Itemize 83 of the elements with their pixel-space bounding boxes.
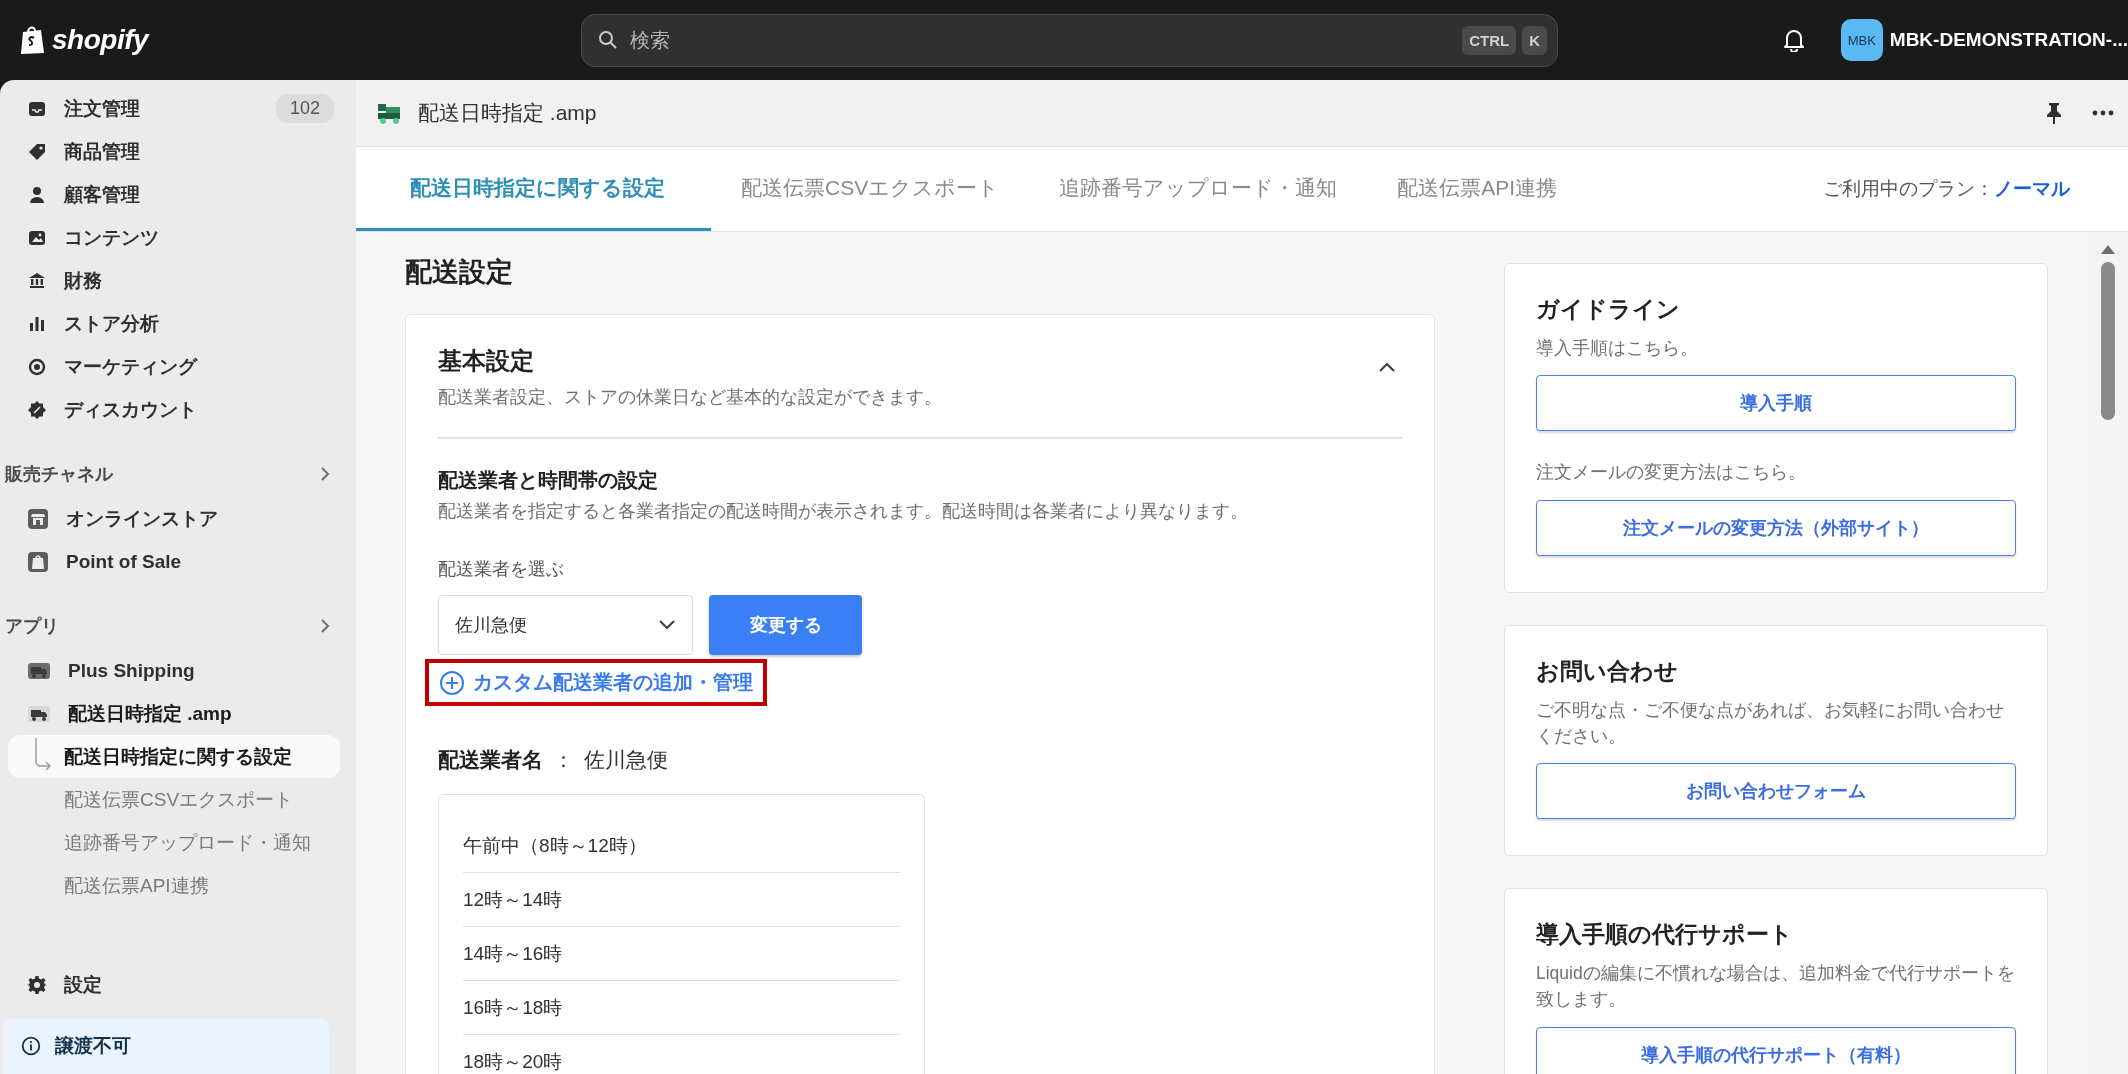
sub-nav-item[interactable]: 配送日時指定に関する設定 — [8, 735, 340, 778]
plus-circle-icon — [439, 669, 465, 696]
chevron-right-icon[interactable] — [320, 466, 330, 482]
tab[interactable]: 配送伝票CSVエクスポート — [711, 147, 1030, 231]
nav-item[interactable]: 商品管理 — [0, 130, 348, 173]
count-badge: 102 — [275, 94, 334, 123]
scroll-thumb[interactable] — [2101, 262, 2115, 420]
carrier-label: 配送業者名 — [438, 747, 543, 773]
nav-item[interactable]: Point of Sale — [0, 540, 348, 583]
shopping-bag-icon — [20, 25, 46, 55]
store-icon — [27, 507, 49, 530]
time-slot: 14時～16時 — [463, 927, 900, 981]
add-carrier-link[interactable]: カスタム配送業者の追加・管理 — [425, 659, 767, 706]
section-description: 配送業者を指定すると各業者指定の配送時間が表示されます。配送時間は各業者により異なります。 — [438, 500, 1249, 523]
link-button[interactable]: 導入手順の代行サポート（有料） — [1536, 1026, 2016, 1074]
nav-item[interactable]: 注文管理 102 — [0, 87, 348, 130]
person-icon — [27, 184, 47, 205]
sub-nav-item[interactable]: 追跡番号アップロード・通知 — [8, 821, 340, 864]
nav-item[interactable]: ディスカウント — [0, 388, 348, 431]
nav-item[interactable]: 配送日時指定 .amp — [0, 692, 348, 735]
nav-item[interactable]: 顧客管理 — [0, 173, 348, 216]
tab[interactable]: 配送日時指定に関する設定 — [356, 147, 711, 231]
time-slot: 午前中（8時～12時） — [463, 819, 900, 873]
discount-icon — [27, 399, 47, 420]
bell-icon[interactable] — [1782, 28, 1805, 52]
search-icon — [598, 30, 618, 50]
avatar[interactable]: MBK — [1840, 19, 1883, 61]
settings-icon — [27, 974, 47, 995]
card-title: 基本設定 — [438, 346, 535, 376]
bank-icon — [27, 270, 47, 291]
nav-item[interactable]: 設定 — [0, 963, 348, 1006]
card-title: 導入手順の代行サポート — [1536, 920, 1794, 949]
separator-text: ： — [553, 747, 574, 773]
tag-icon — [27, 141, 47, 162]
shortcut-key: CTRL — [1462, 25, 1517, 55]
link-button[interactable]: お問い合わせフォーム — [1536, 763, 2016, 819]
chevron-right-icon[interactable] — [320, 618, 330, 634]
link-button[interactable]: 導入手順 — [1536, 375, 2016, 432]
nav-item[interactable]: コンテンツ — [0, 216, 348, 259]
logo-text[interactable]: shopify — [52, 24, 149, 56]
nav-item[interactable]: マーケティング — [0, 345, 348, 388]
chevron-down-icon — [658, 619, 676, 631]
change-button[interactable]: 変更する — [709, 595, 862, 655]
card-description: 配送業者設定、ストアの休業日など基本的な設定ができます。 — [438, 386, 942, 409]
carrier-value: 佐川急便 — [584, 747, 668, 773]
page-title: 配送設定 — [405, 256, 514, 289]
section-heading: 販売チャネル — [5, 463, 113, 486]
time-slot: 16時～18時 — [463, 981, 900, 1035]
time-slot: 12時～14時 — [463, 873, 900, 927]
pin-icon[interactable] — [2044, 101, 2064, 125]
notice-banner: 譲渡不可 — [3, 1018, 329, 1074]
link-button[interactable]: 注文メールの変更方法（外部サイト） — [1536, 499, 2016, 556]
section-title: 配送業者と時間帯の設定 — [438, 468, 659, 493]
card-text: ご不明な点・ご不便な点があれば、お気軽にお問い合わせください。 — [1536, 698, 2005, 748]
info-icon — [21, 1036, 41, 1056]
section-heading: アプリ — [5, 615, 59, 638]
tab[interactable]: 配送伝票API連携 — [1367, 147, 1588, 231]
search-field[interactable]: 検索 CTRL K — [581, 13, 1558, 67]
more-icon[interactable] — [2092, 110, 2114, 116]
plan-label: ご利用中のプラン： — [1823, 177, 1994, 201]
target-icon — [27, 356, 47, 377]
tab[interactable]: 追跡番号アップロード・通知 — [1029, 147, 1368, 231]
sub-nav-item[interactable]: 配送伝票API連携 — [8, 864, 340, 907]
scroll-up-icon[interactable] — [2101, 244, 2115, 254]
shortcut-key: K — [1522, 25, 1547, 55]
nav-item[interactable]: 財務 — [0, 259, 348, 302]
nav-item[interactable]: オンラインストア — [0, 497, 348, 540]
shopping-bag-icon — [27, 550, 49, 573]
plan-link[interactable]: ノーマル — [1994, 176, 2070, 202]
field-label: 配送業者を選ぶ — [438, 558, 565, 581]
time-slot: 18時～20時 — [463, 1035, 900, 1074]
card-text: 導入手順はこちら。 — [1536, 337, 1699, 360]
card-title: ガイドライン — [1536, 295, 1681, 324]
card-title: お問い合わせ — [1536, 656, 1679, 686]
app-title: 配送日時指定 .amp — [418, 100, 597, 126]
nav-item[interactable]: Plus Shipping — [0, 649, 348, 692]
card-text: Liquidの編集に不慣れな場合は、追加料金で代行サポートを致します。 — [1536, 962, 2016, 1012]
nav-item[interactable]: ストア分析 — [0, 302, 348, 345]
carrier-select[interactable]: 佐川急便 — [438, 595, 693, 655]
store-name[interactable]: MBK-DEMONSTRATION-... — [1889, 29, 2128, 51]
chevron-up-icon[interactable] — [1378, 361, 1396, 373]
sub-nav-item[interactable]: 配送伝票CSVエクスポート — [8, 778, 340, 821]
card-text: 注文メールの変更方法はこちら。 — [1536, 461, 1807, 485]
